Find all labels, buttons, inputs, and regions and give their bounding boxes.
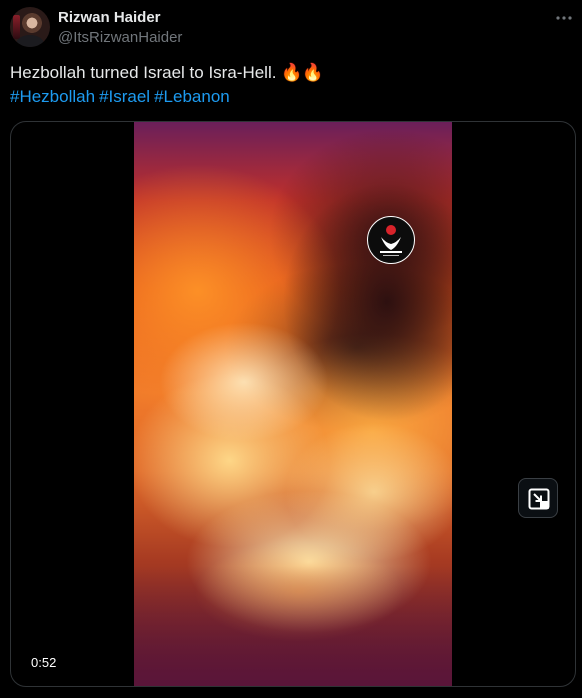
post-text: Hezbollah turned Israel to Isra-Hell. 🔥🔥 [10,62,324,84]
east-front-watermark-logo [367,216,415,264]
avatar-shoulders [16,35,44,47]
video-duration: 0:52 [25,653,63,672]
avatar-accent [13,15,20,39]
video-frame-fire [284,422,452,562]
hashtag-link[interactable]: #Lebanon [154,87,230,106]
post: Rizwan Haider @ItsRizwanHaider Hezbollah… [0,0,582,698]
hashtag-link[interactable]: #Hezbollah [10,87,95,106]
more-horizontal-icon [556,16,572,20]
picture-in-picture-button[interactable] [518,478,558,518]
video-frame-fire [159,322,329,442]
post-text-body: Hezbollah turned Israel to Isra-Hell. [10,63,277,82]
post-hashtags: #Hezbollah #Israel #Lebanon [10,86,234,108]
video-frame-shade [134,566,452,686]
fire-emoji: 🔥🔥 [281,63,324,83]
picture-in-picture-icon [528,488,550,510]
hashtag-link[interactable]: #Israel [99,87,150,106]
author-avatar[interactable] [10,7,50,47]
video-player[interactable] [134,122,452,686]
author-display-name[interactable]: Rizwan Haider [58,9,161,27]
author-handle[interactable]: @ItsRizwanHaider [58,29,182,47]
media-container: 0:52 [10,121,576,687]
more-options-button[interactable] [554,8,574,28]
watermark-emblem-icon [369,218,413,262]
